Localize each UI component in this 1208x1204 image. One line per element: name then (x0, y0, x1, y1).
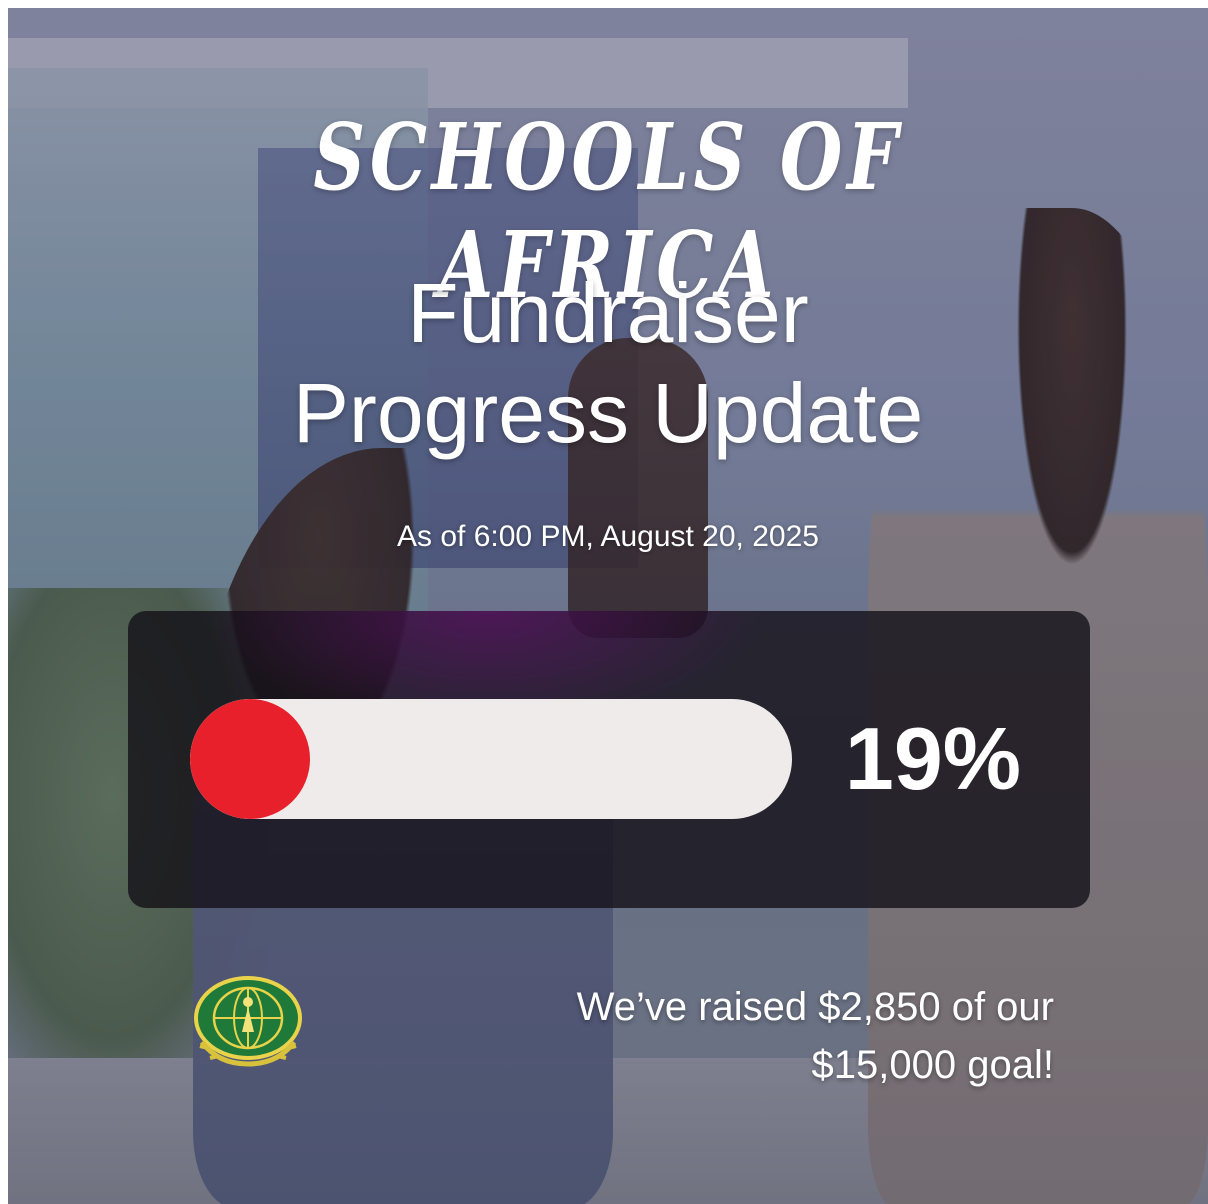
subtitle-line-2: Progress Update (292, 366, 924, 460)
raised-line-1: We’ve raised $2,850 of our (576, 985, 1054, 1029)
poster-subtitle: Fundraiser Progress Update (8, 263, 1208, 463)
progress-percent: 19% (844, 709, 1022, 808)
raised-summary: We’ve raised $2,850 of our $15,000 goal! (428, 978, 1054, 1094)
progress-fill (190, 699, 310, 819)
laurel-globe-emblem-icon (194, 976, 302, 1067)
as-of-timestamp: As of 6:00 PM, August 20, 2025 (397, 520, 819, 553)
progress-panel: 19% (128, 611, 1090, 908)
subtitle-line-1: Fundraiser (407, 266, 809, 360)
progress-track (190, 699, 792, 819)
raised-line-2: $15,000 goal! (811, 1043, 1054, 1087)
poster: SCHOOLS OF AFRICA Fundraiser Progress Up… (8, 8, 1208, 1204)
